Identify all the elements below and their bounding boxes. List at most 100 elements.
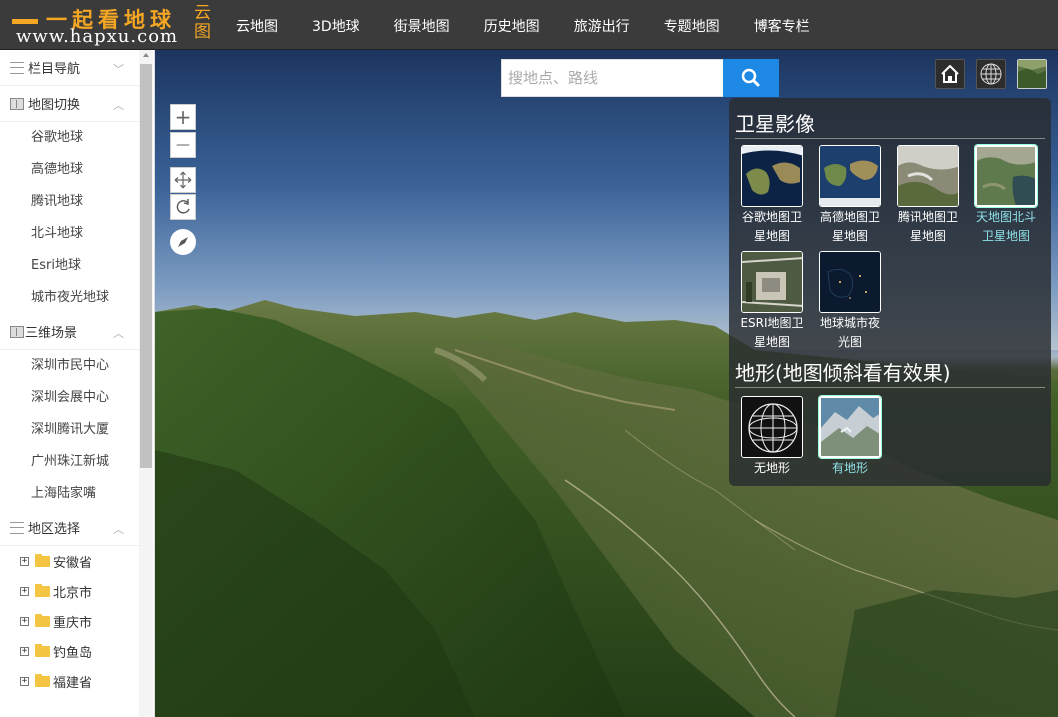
scroll-up-arrow-icon[interactable] [143, 53, 149, 57]
search-icon [741, 68, 760, 87]
chevron-up-icon: ︿ [113, 523, 124, 536]
map-canvas[interactable]: + — 卫星影像 谷歌地图卫星地图 [155, 50, 1058, 717]
pan-button[interactable] [170, 167, 196, 193]
tile-thumbnail [741, 251, 803, 313]
sidebar-item-google-earth[interactable]: 谷歌地球 [0, 122, 154, 154]
sidebar-item-shenzhen-expo[interactable]: 深圳会展中心 [0, 382, 154, 414]
tile-label-line1: 高德地图卫 [819, 210, 880, 224]
tile-thumbnail [897, 145, 959, 207]
tile-thumbnail [741, 396, 803, 458]
satellite-section-title: 卫星影像 [735, 112, 815, 136]
section-nav[interactable]: 栏目导航 ﹀ [0, 50, 154, 86]
section-region[interactable]: 地区选择 ︿ [0, 510, 154, 546]
tile-label-line1: 天地图北斗 [975, 210, 1036, 224]
section-nav-label: 栏目导航 [28, 62, 81, 77]
satellite-thumbnail-icon [1018, 60, 1046, 88]
sidebar-item-tencent-earth[interactable]: 腾讯地球 [0, 186, 154, 218]
expand-icon[interactable]: + [20, 556, 29, 566]
tree-item-diaoyu[interactable]: + 钓鱼岛 [0, 636, 154, 666]
logo-url: www.hapxu.com [16, 26, 179, 47]
terrain-section-title: 地形(地图倾斜看有效果) [735, 361, 951, 385]
folder-icon [35, 643, 50, 657]
move-arrows-icon [174, 171, 192, 189]
tile-thumbnail [819, 396, 881, 458]
terrain-tile-enabled[interactable]: 有地形 [815, 396, 885, 478]
chevron-down-icon: ﹀ [113, 63, 124, 76]
layer-tile-night-lights[interactable]: 地球城市夜 光图 [815, 251, 885, 352]
tile-label-line2: 星地图 [753, 335, 790, 349]
scrollbar-thumb[interactable] [140, 64, 152, 468]
tile-label-line2: 星地图 [909, 229, 946, 243]
layer-tile-tencent-satellite[interactable]: 腾讯地图卫 星地图 [893, 145, 963, 246]
sidebar-item-lujiazui[interactable]: 上海陆家嘴 [0, 478, 154, 510]
expand-icon[interactable]: + [20, 646, 29, 656]
sidebar-item-zhujiang[interactable]: 广州珠江新城 [0, 446, 154, 478]
tile-label-line1: ESRI地图卫 [740, 316, 804, 330]
expand-icon[interactable]: + [20, 616, 29, 626]
home-button[interactable] [935, 59, 965, 89]
zoom-out-button[interactable]: — [170, 132, 196, 158]
layer-tile-esri-satellite[interactable]: ESRI地图卫 星地图 [737, 251, 807, 352]
section-map-switch[interactable]: 地图切换 ︿ [0, 86, 154, 122]
layer-panel: 卫星影像 谷歌地图卫 星地图 高德地图卫 星地图 腾讯地图卫 星地图 天地图北斗 卫星地… [729, 98, 1051, 486]
menu-icon [10, 521, 24, 534]
rotate-icon [176, 199, 190, 214]
tile-label-line2: 光图 [837, 335, 862, 349]
tile-label-line1: 谷歌地图卫 [741, 210, 802, 224]
divider [735, 387, 1045, 388]
tile-thumbnail [819, 145, 881, 207]
tree-item-fujian[interactable]: + 福建省 [0, 666, 154, 696]
nav-thematic-map[interactable]: 专题地图 [650, 0, 734, 50]
nav-blog[interactable]: 博客专栏 [740, 0, 824, 50]
chevron-up-icon: ︿ [113, 327, 124, 340]
layer-tile-google-satellite[interactable]: 谷歌地图卫 星地图 [737, 145, 807, 246]
expand-icon[interactable]: + [20, 676, 29, 686]
sidebar-item-beidou-earth[interactable]: 北斗地球 [0, 218, 154, 250]
nav-cloud-map[interactable]: 云地图 [222, 0, 292, 50]
search-button[interactable] [723, 59, 779, 97]
main-nav: 云地图 3D地球 街景地图 历史地图 旅游出行 专题地图 博客专栏 [222, 0, 830, 50]
terrain-tile-none[interactable]: 无地形 [737, 396, 807, 478]
tree-label: 钓鱼岛 [53, 645, 93, 661]
nav-3d-earth[interactable]: 3D地球 [298, 0, 374, 50]
nav-street-view[interactable]: 街景地图 [380, 0, 464, 50]
section-map-label: 地图切换 [28, 98, 81, 113]
tile-thumbnail [975, 145, 1037, 207]
sidebar-item-shenzhen-civic[interactable]: 深圳市民中心 [0, 350, 154, 382]
sidebar: 栏目导航 ﹀ 地图切换 ︿ 谷歌地球 高德地球 腾讯地球 北斗地球 Esri地球… [0, 50, 155, 717]
zoom-in-button[interactable]: + [170, 104, 196, 130]
tile-label-line2: 卫星地图 [981, 229, 1030, 243]
nav-travel[interactable]: 旅游出行 [560, 0, 644, 50]
layer-tile-tianditu-satellite[interactable]: 天地图北斗 卫星地图 [971, 145, 1041, 246]
sidebar-scrollbar[interactable] [139, 50, 153, 717]
layer-tile-gaode-satellite[interactable]: 高德地图卫 星地图 [815, 145, 885, 246]
book-icon [10, 97, 24, 110]
sidebar-item-gaode-earth[interactable]: 高德地球 [0, 154, 154, 186]
expand-icon[interactable]: + [20, 586, 29, 596]
tree-item-chongqing[interactable]: + 重庆市 [0, 606, 154, 636]
logo-side-text: 云图 [194, 3, 211, 42]
sidebar-item-night-earth[interactable]: 城市夜光地球 [0, 282, 154, 314]
sidebar-item-tencent-tower[interactable]: 深圳腾讯大厦 [0, 414, 154, 446]
compass-button[interactable] [170, 229, 196, 255]
sidebar-item-esri-earth[interactable]: Esri地球 [0, 250, 154, 282]
section-3d-scenes[interactable]: 三维场景 ︿ [0, 314, 154, 350]
tree-label: 福建省 [53, 675, 93, 691]
wireframe-globe-icon [980, 63, 1002, 85]
globe-mode-button[interactable] [976, 59, 1006, 89]
logo-dash [12, 19, 38, 24]
tree-label: 重庆市 [53, 615, 93, 631]
tile-label-line2: 星地图 [831, 229, 868, 243]
rotate-button[interactable] [170, 194, 196, 220]
section-region-label: 地区选择 [28, 522, 81, 537]
tree-label: 北京市 [53, 585, 93, 601]
tree-item-beijing[interactable]: + 北京市 [0, 576, 154, 606]
home-icon [941, 64, 959, 83]
site-logo[interactable]: 一起看地球 www.hapxu.com 云图 [6, 3, 214, 47]
layer-switch-button[interactable] [1017, 59, 1047, 89]
nav-history-map[interactable]: 历史地图 [470, 0, 554, 50]
tree-item-anhui[interactable]: + 安徽省 [0, 546, 154, 576]
divider [735, 138, 1045, 139]
folder-icon [35, 583, 50, 597]
chevron-up-icon: ︿ [113, 99, 124, 112]
